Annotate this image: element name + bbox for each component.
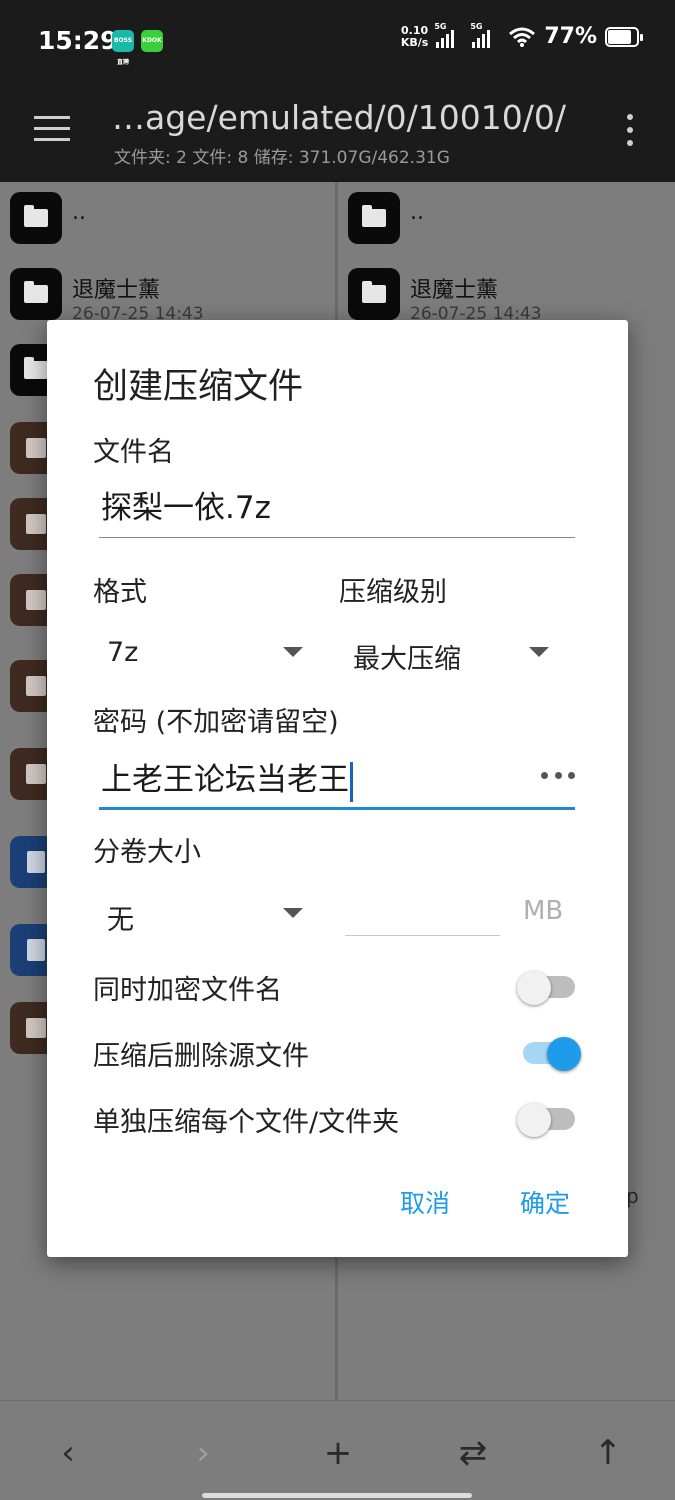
split-size-input[interactable]	[345, 882, 500, 936]
delete-source-toggle[interactable]	[517, 1037, 583, 1071]
text-cursor	[350, 761, 353, 802]
folder-icon	[10, 268, 62, 320]
separate-archives-row[interactable]: 单独压缩每个文件/文件夹	[93, 1096, 583, 1140]
signal-icon-1: 5G	[434, 22, 464, 48]
add-button[interactable]: +	[318, 1433, 358, 1473]
password-input[interactable]: 上老王论坛当老王	[99, 750, 575, 810]
folder-icon	[10, 192, 62, 244]
separate-archives-toggle[interactable]	[517, 1103, 583, 1137]
compression-level-label: 压缩级别	[339, 577, 447, 608]
battery-percent: 77%	[544, 24, 597, 49]
split-size-select[interactable]: 无	[93, 888, 313, 938]
status-time: 15:29	[38, 26, 118, 55]
split-size-label: 分卷大小	[93, 837, 201, 868]
ok-button[interactable]: 确定	[520, 1184, 570, 1220]
home-indicator[interactable]	[202, 1493, 472, 1498]
swap-panes-button[interactable]: ⇄	[453, 1433, 493, 1473]
list-item[interactable]: 退魔士薰 26-07-25 14:43	[338, 258, 675, 328]
filename-input[interactable]: 探梨一依.7z	[99, 478, 575, 538]
more-options-icon[interactable]	[623, 114, 637, 148]
dialog-title: 创建压缩文件	[93, 367, 304, 407]
file-name: ..	[410, 200, 424, 225]
net-speed: 0.10 KB/s	[400, 23, 429, 49]
filename-label: 文件名	[93, 437, 174, 468]
parent-directory-button[interactable]: ↑	[588, 1433, 628, 1473]
status-bar: 15:29 BOSS直聘 KDOK 0.10 KB/s 5G 5G 77%	[0, 0, 675, 84]
list-item[interactable]: 退魔士薰 26-07-25 14:43	[0, 258, 335, 328]
bottom-toolbar: ‹ › + ⇄ ↑	[0, 1400, 675, 1500]
create-archive-dialog: 创建压缩文件 文件名 探梨一依.7z 格式 压缩级别 7z 最大压缩 密码 (不…	[47, 320, 628, 1257]
file-name: 退魔士薰	[410, 278, 499, 303]
encrypt-filenames-row[interactable]: 同时加密文件名	[93, 964, 583, 1008]
encrypt-filenames-toggle[interactable]	[517, 971, 583, 1005]
compression-level-select[interactable]: 最大压缩	[339, 627, 559, 677]
kdok-app-icon: KDOK	[141, 30, 163, 52]
format-label: 格式	[93, 577, 147, 608]
list-item[interactable]: ..	[338, 182, 675, 252]
battery-icon	[605, 26, 643, 47]
delete-source-row[interactable]: 压缩后删除源文件	[93, 1030, 583, 1074]
hamburger-menu-icon[interactable]	[34, 116, 70, 144]
folder-icon	[348, 268, 400, 320]
more-dots-icon[interactable]	[541, 772, 575, 782]
dropdown-arrow-icon	[529, 647, 549, 657]
file-name: ..	[72, 200, 86, 225]
forward-button[interactable]: ›	[183, 1433, 223, 1473]
dropdown-arrow-icon	[283, 647, 303, 657]
signal-icon-2: 5G	[470, 22, 500, 48]
dropdown-arrow-icon	[283, 908, 303, 918]
current-path: …age/emulated/0/10010/0/	[112, 98, 566, 137]
storage-summary: 文件夹: 2 文件: 8 储存: 371.07G/462.31G	[114, 148, 450, 168]
app-bar: …age/emulated/0/10010/0/ 文件夹: 2 文件: 8 储存…	[0, 84, 675, 182]
folder-icon	[348, 192, 400, 244]
wifi-icon	[509, 27, 536, 47]
back-button[interactable]: ‹	[48, 1433, 88, 1473]
split-size-unit: MB	[523, 896, 564, 926]
list-item[interactable]: ..	[0, 182, 335, 252]
format-select[interactable]: 7z	[93, 627, 313, 677]
status-right-cluster: 0.10 KB/s 5G 5G 77%	[400, 22, 643, 49]
boss-app-icon: BOSS直聘	[112, 30, 134, 66]
file-name: 退魔士薰	[72, 278, 161, 303]
cancel-button[interactable]: 取消	[400, 1184, 450, 1220]
password-label: 密码 (不加密请留空)	[93, 707, 339, 738]
